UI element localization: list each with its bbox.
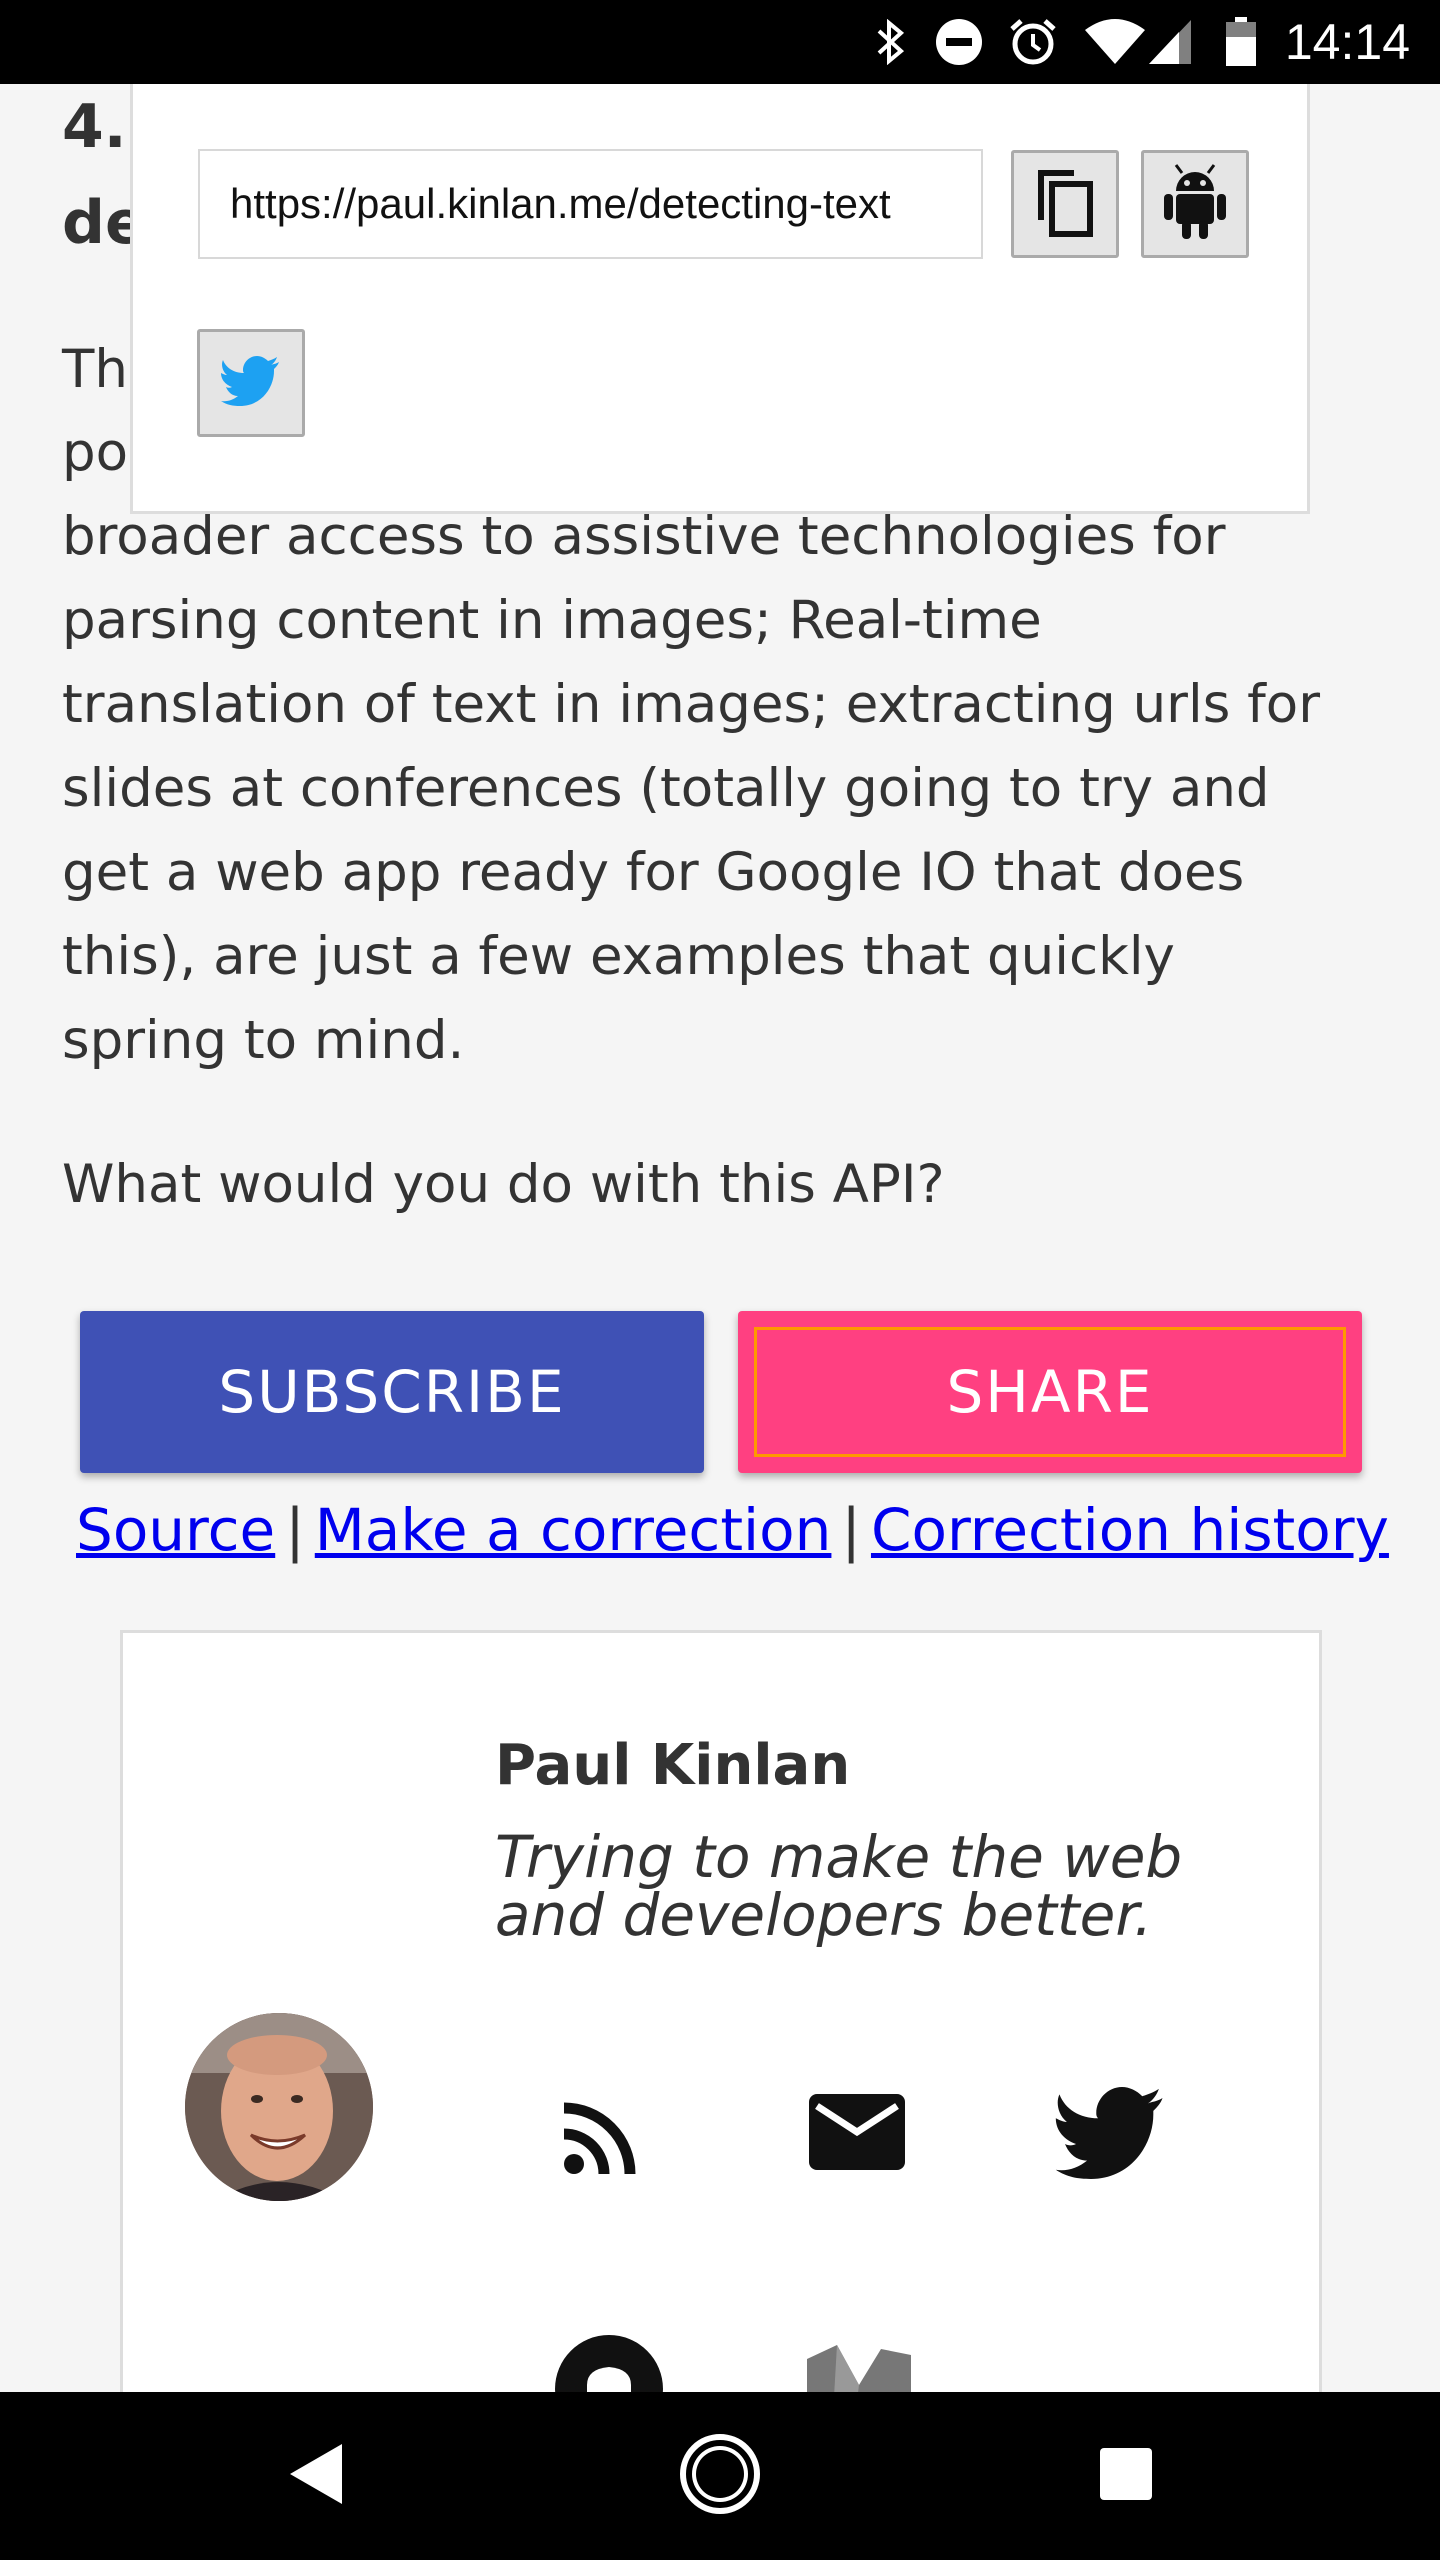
status-bar: 14:14 bbox=[0, 0, 1440, 84]
avatar bbox=[185, 2013, 373, 2201]
paragraph-line: slides at conferences (totally going to … bbox=[62, 758, 1270, 819]
cell-signal-icon bbox=[1148, 18, 1192, 66]
heading-fragment: 4. bbox=[62, 92, 127, 162]
paragraph-line: parsing content in images; Real-time bbox=[62, 590, 1042, 651]
make-correction-link[interactable]: Make a correction bbox=[315, 1496, 832, 1564]
do-not-disturb-icon bbox=[934, 18, 984, 66]
share-label: SHARE bbox=[946, 1358, 1154, 1426]
battery-icon bbox=[1224, 17, 1258, 66]
correction-history-link[interactable]: Correction history bbox=[871, 1496, 1389, 1564]
subscribe-button[interactable]: SUBSCRIBE bbox=[80, 1311, 704, 1473]
rss-icon bbox=[560, 2098, 640, 2183]
android-icon bbox=[1162, 163, 1228, 246]
wifi-icon bbox=[1082, 18, 1148, 66]
paragraph-fragment: Th bbox=[62, 339, 128, 400]
recents-button[interactable] bbox=[1086, 2436, 1166, 2516]
twitter-share-button[interactable] bbox=[197, 329, 305, 437]
alarm-icon bbox=[1008, 18, 1058, 66]
paragraph-fragment: po bbox=[62, 422, 129, 483]
paragraph-line: this), are just a few examples that quic… bbox=[62, 926, 1175, 987]
links-row: Source | Make a correction | Correction hist… bbox=[76, 1490, 1389, 1570]
twitter-icon bbox=[1055, 2086, 1167, 2184]
paragraph-line: spring to mind. bbox=[62, 1010, 465, 1071]
share-popup: https://paul.kinlan.me/detecting-text bbox=[130, 84, 1310, 514]
rss-link[interactable] bbox=[555, 2095, 645, 2185]
twitter-link[interactable] bbox=[1051, 2085, 1171, 2185]
paragraph-line: get a web app ready for Google IO that d… bbox=[62, 842, 1245, 903]
email-icon bbox=[809, 2093, 905, 2175]
recents-icon bbox=[1098, 2446, 1154, 2507]
android-share-button[interactable] bbox=[1141, 150, 1249, 258]
article-paragraph: broader access to assistive technologies… bbox=[62, 495, 1392, 1083]
share-url-field[interactable]: https://paul.kinlan.me/detecting-text bbox=[198, 149, 983, 259]
link-separator: | bbox=[841, 1496, 861, 1564]
subscribe-label: SUBSCRIBE bbox=[218, 1358, 566, 1426]
navigation-bar bbox=[0, 2392, 1440, 2560]
back-button[interactable] bbox=[276, 2436, 356, 2516]
source-link[interactable]: Source bbox=[76, 1496, 275, 1564]
author-bio: Trying to make the web and developers be… bbox=[495, 1823, 1183, 1949]
email-link[interactable] bbox=[807, 2089, 907, 2179]
article-question: What would you do with this API? bbox=[62, 1154, 945, 1215]
back-icon bbox=[288, 2442, 344, 2511]
share-button[interactable]: SHARE bbox=[738, 1311, 1362, 1473]
status-time: 14:14 bbox=[1284, 14, 1410, 70]
copy-button[interactable] bbox=[1011, 150, 1119, 258]
home-icon bbox=[678, 2432, 762, 2521]
home-button[interactable] bbox=[676, 2432, 764, 2520]
paragraph-line: translation of text in images; extractin… bbox=[62, 674, 1321, 735]
link-separator: | bbox=[285, 1496, 305, 1564]
copy-icon bbox=[1030, 164, 1100, 245]
author-name: Paul Kinlan bbox=[495, 1733, 851, 1798]
bluetooth-icon bbox=[872, 18, 908, 66]
twitter-icon bbox=[221, 355, 281, 411]
